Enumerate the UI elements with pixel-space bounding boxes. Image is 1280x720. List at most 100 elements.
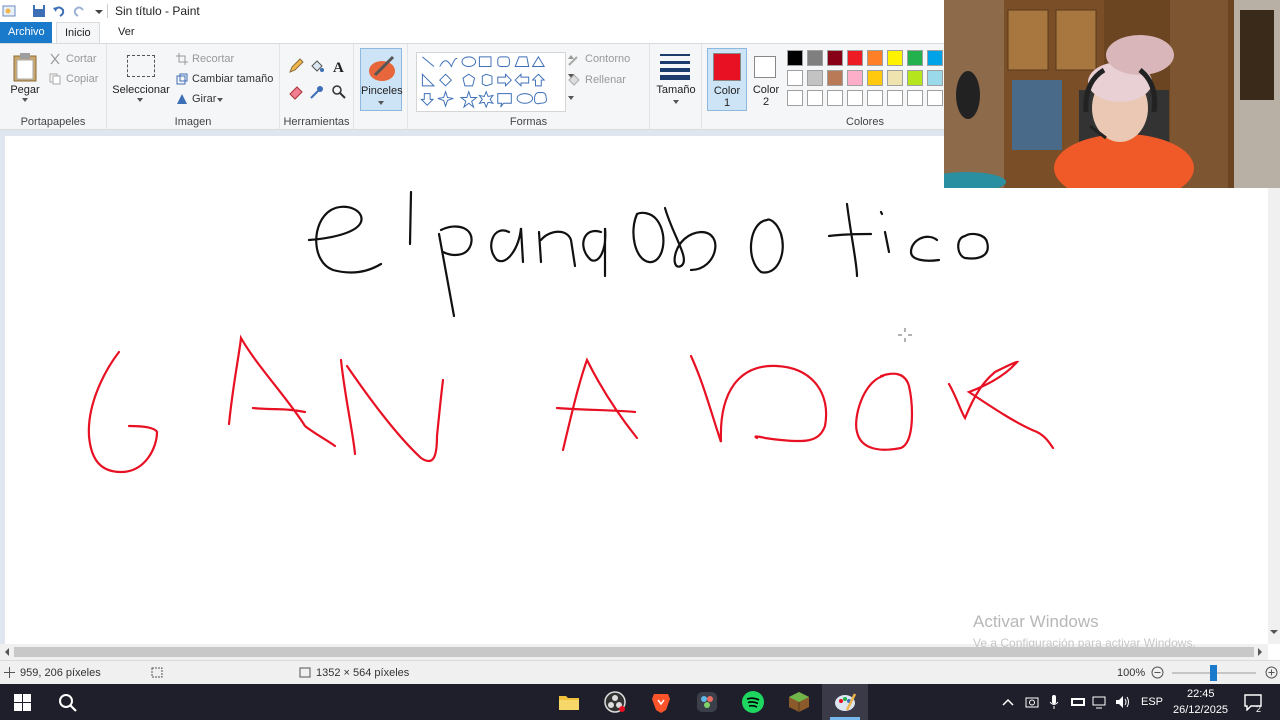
color2-swatch [754, 56, 776, 78]
tools-group: A Herramientas [280, 44, 354, 130]
pencil-icon[interactable] [288, 58, 304, 74]
palette-swatch[interactable] [787, 50, 803, 66]
red-handwriting [87, 334, 1055, 474]
tab-home[interactable]: Inicio [56, 22, 100, 44]
palette-swatch[interactable] [907, 90, 923, 106]
size-icon[interactable] [660, 54, 690, 80]
davinci-resolve-icon[interactable] [695, 690, 719, 714]
paint-app-icon [2, 5, 16, 17]
search-icon[interactable] [58, 693, 78, 713]
scroll-left-icon[interactable] [3, 648, 11, 656]
palette-swatch[interactable] [827, 70, 843, 86]
chevron-down-icon[interactable] [217, 98, 223, 102]
chevron-down-icon[interactable] [673, 100, 679, 104]
cut-icon [50, 53, 60, 65]
zoom-slider-thumb[interactable] [1210, 665, 1217, 681]
eraser-icon[interactable] [288, 84, 304, 100]
obs-icon[interactable] [603, 690, 627, 714]
crop-button[interactable]: Recortar [192, 53, 234, 65]
palette-swatch[interactable] [867, 50, 883, 66]
color1-label-line2: 1 [723, 97, 731, 109]
palette-swatch[interactable] [867, 70, 883, 86]
outline-button[interactable]: Contorno [585, 53, 630, 65]
select-button[interactable]: Seleccionar [111, 84, 171, 96]
palette-swatch[interactable] [887, 50, 903, 66]
palette-swatch[interactable] [927, 50, 943, 66]
tab-file[interactable]: Archivo [0, 22, 52, 43]
palette-swatch[interactable] [907, 70, 923, 86]
selection-size-icon [151, 667, 163, 678]
rotate-button[interactable]: Girar [192, 93, 216, 105]
fill-shape-button[interactable]: Rellenar [585, 74, 626, 86]
taskbar-paint-active[interactable] [822, 684, 868, 720]
brave-browser-icon[interactable] [649, 690, 673, 714]
clock-date[interactable]: 26/12/2025 [1173, 704, 1228, 716]
zoom-in-icon[interactable] [1265, 666, 1278, 679]
customize-quick-access-icon[interactable] [92, 4, 106, 18]
clipboard-group-label: Portapapeles [20, 116, 86, 128]
text-icon[interactable]: A [331, 58, 347, 74]
cursor-position: 959, 206 píxeles [20, 667, 101, 679]
clock-time[interactable]: 22:45 [1187, 688, 1215, 700]
palette-swatch[interactable] [847, 70, 863, 86]
palette-swatch[interactable] [807, 70, 823, 86]
svg-text:A: A [333, 60, 344, 74]
palette-swatch[interactable] [867, 90, 883, 106]
paste-button[interactable]: Pegar [5, 84, 45, 96]
clipboard-group: Pegar Cortar Copiar Portapapeles [0, 44, 107, 130]
shapes-group: Contorno Rellenar Formas [408, 44, 650, 130]
camera-tray-icon[interactable] [1025, 695, 1039, 709]
palette-swatch[interactable] [927, 70, 943, 86]
copy-button[interactable]: Copiar [66, 73, 98, 85]
palette-swatch[interactable] [787, 90, 803, 106]
palette-swatch[interactable] [907, 50, 923, 66]
spotify-icon[interactable] [741, 690, 765, 714]
cut-button[interactable]: Cortar [66, 53, 97, 65]
palette-swatch[interactable] [847, 50, 863, 66]
palette-swatch[interactable] [807, 50, 823, 66]
palette-swatch[interactable] [787, 70, 803, 86]
file-explorer-icon[interactable] [557, 690, 581, 714]
color-picker-icon[interactable] [309, 84, 325, 100]
webcam-overlay [944, 0, 1280, 188]
select-icon[interactable] [127, 55, 155, 77]
network-icon[interactable] [1092, 695, 1108, 709]
image-group-label: Imagen [174, 116, 212, 128]
language-indicator[interactable]: ESP [1141, 696, 1163, 708]
color2-button[interactable]: Color 2 [748, 48, 784, 111]
chevron-down-icon[interactable] [137, 98, 143, 102]
palette-swatch[interactable] [847, 90, 863, 106]
undo-icon[interactable] [52, 4, 66, 18]
palette-swatch[interactable] [927, 90, 943, 106]
brushes-button[interactable]: Pinceles [360, 48, 403, 111]
chevron-down-icon[interactable] [22, 98, 28, 102]
palette-swatch[interactable] [887, 90, 903, 106]
palette-swatch[interactable] [827, 50, 843, 66]
vertical-scrollbar[interactable] [1268, 130, 1280, 644]
palette-swatch[interactable] [827, 90, 843, 106]
zoom-level: 100% [1117, 667, 1146, 679]
fill-icon[interactable] [309, 58, 325, 74]
volume-icon[interactable] [1115, 695, 1131, 709]
tab-view[interactable]: Ver [110, 22, 143, 43]
palette-swatch[interactable] [807, 90, 823, 106]
microphone-icon[interactable] [1049, 694, 1059, 710]
zoom-out-icon[interactable] [1151, 666, 1164, 679]
paste-icon[interactable] [11, 52, 39, 82]
windows-start-icon[interactable] [14, 694, 31, 711]
magnifier-icon[interactable] [331, 84, 347, 100]
drawing-canvas[interactable] [5, 136, 1268, 644]
size-button[interactable]: Tamaño [650, 84, 702, 96]
show-hidden-icons-icon[interactable] [1002, 697, 1014, 707]
palette-swatch[interactable] [887, 70, 903, 86]
color1-label-line1: Color [713, 85, 741, 97]
scroll-right-icon[interactable] [1256, 648, 1264, 656]
save-icon[interactable] [32, 4, 46, 18]
color1-button[interactable]: Color 1 [707, 48, 747, 111]
minecraft-icon[interactable] [787, 690, 811, 714]
scroll-down-icon[interactable] [1270, 628, 1278, 636]
redo-icon[interactable] [72, 4, 86, 18]
resize-button[interactable]: Cambiar tamaño [192, 73, 273, 85]
usb-drive-icon[interactable] [1070, 695, 1086, 709]
shapes-gallery[interactable] [416, 52, 566, 112]
